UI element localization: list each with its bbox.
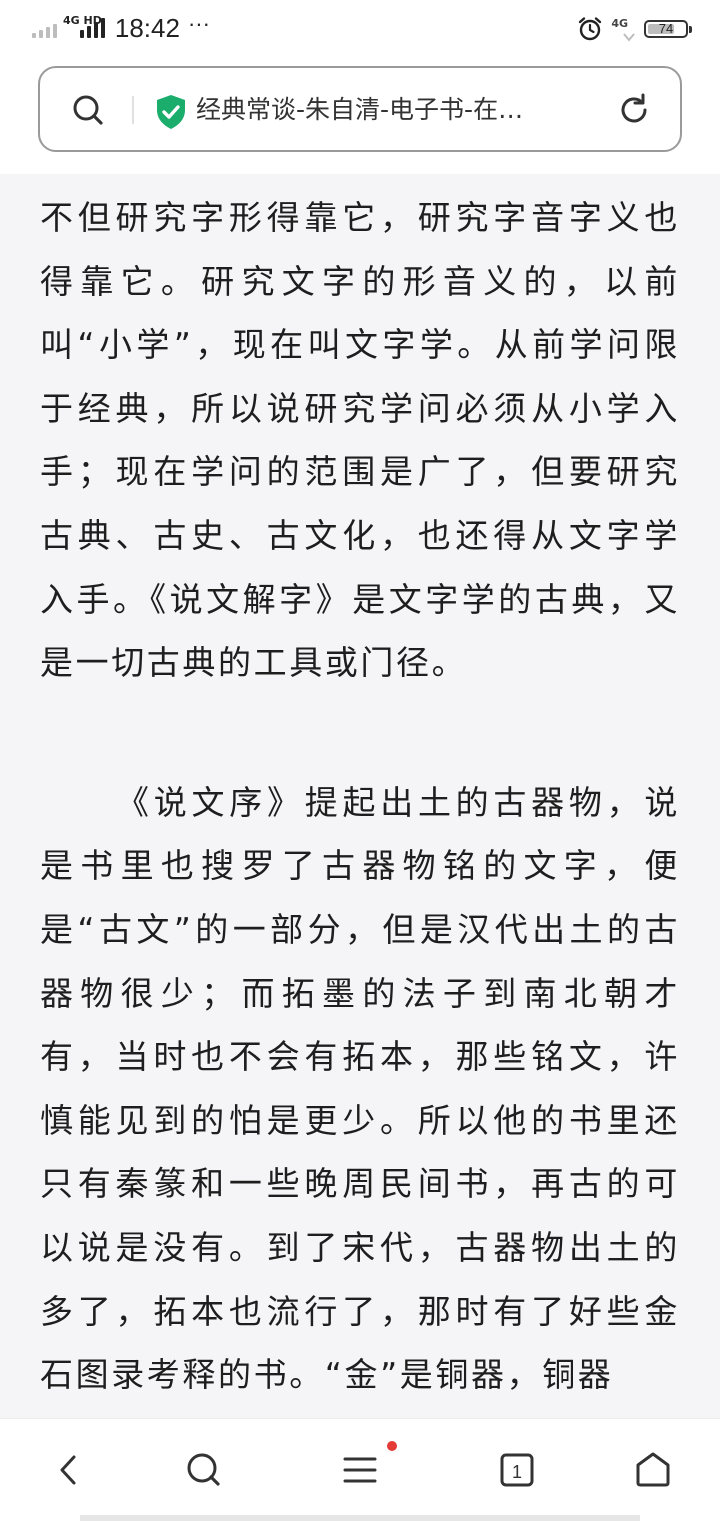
search-button[interactable] [180,1447,226,1493]
address-bar[interactable]: 经典常谈-朱自清-电子书-在… [38,66,682,152]
home-indicator [80,1515,640,1521]
status-more-indicator: ··· [187,11,210,36]
alarm-clock-icon [579,17,602,41]
tabs-button[interactable]: 1 [494,1447,540,1493]
status-left: 4G HD 18:42 ··· [32,11,210,44]
menu-icon [343,1457,377,1483]
tabs-icon: 1 [500,1453,534,1487]
article-paragraph: 不但研究字形得靠它，研究字音字义也得靠它。研究文字的形音义的，以前叫“小学”，现… [40,198,680,683]
wifi-signal-icon [623,33,635,42]
notification-dot [387,1441,397,1451]
search-icon [187,1453,220,1486]
status-time: 18:42 [114,12,180,43]
status-right: 4G 74 [577,14,692,44]
network-type-label: 4G HD [63,13,102,27]
address-divider [132,96,134,124]
status-bar: 4G HD 18:42 ··· 4G 74 [0,0,720,56]
back-button[interactable] [46,1447,92,1493]
home-icon [636,1452,670,1487]
chevron-left-icon [60,1455,76,1485]
search-icon[interactable] [70,92,106,128]
article-paragraph: 《说文序》提起出土的古器物，说是书里也搜罗了古器物铭的文字，便是“古文”的一部分… [40,782,680,1395]
battery-indicator: 74 [644,20,692,38]
article-text: 不但研究字形得靠它，研究字音字义也得靠它。研究文字的形音义的，以前叫“小学”，现… [40,186,680,1407]
battery-level: 74 [658,21,674,36]
menu-button[interactable] [337,1441,397,1493]
article-content[interactable]: 不但研究字形得靠它，研究字音字义也得靠它。研究文字的形音义的，以前叫“小学”，现… [0,174,720,1418]
address-bar-area: 经典常谈-朱自清-电子书-在… [0,56,720,174]
home-button[interactable] [630,1447,676,1493]
tab-count: 1 [512,1462,522,1482]
page-title[interactable]: 经典常谈-朱自清-电子书-在… [196,90,606,130]
bottom-navigation: 1 [0,1418,720,1521]
signal-weak-icon [32,18,57,38]
refresh-icon[interactable] [616,92,652,128]
battery-tip [689,26,692,33]
secure-shield-icon [157,95,185,129]
